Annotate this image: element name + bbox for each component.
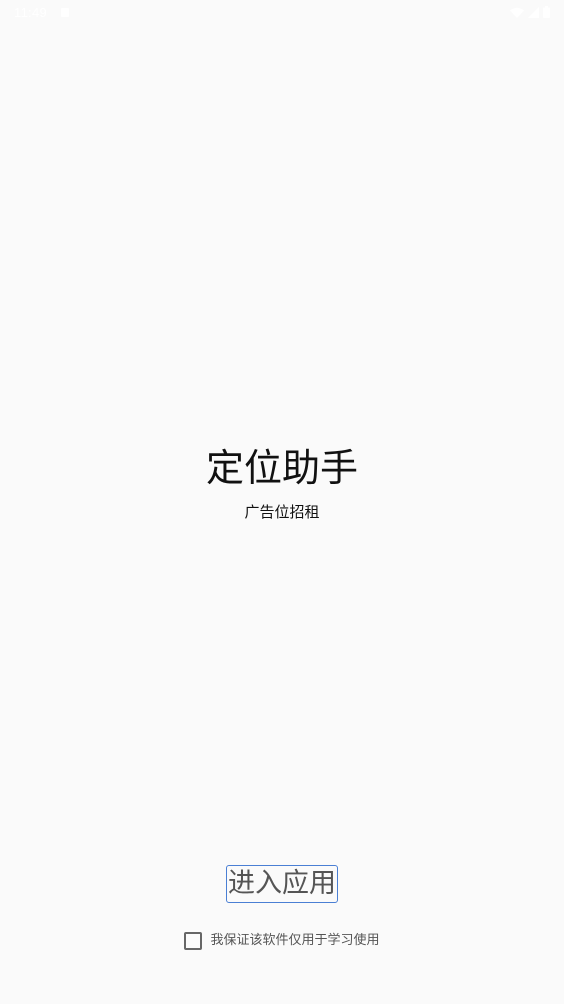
agreement-row: 我保证该软件仅用于学习使用 xyxy=(0,932,564,950)
app-subtitle: 广告位招租 xyxy=(244,503,320,521)
wifi-icon xyxy=(510,7,524,18)
notification-icon xyxy=(61,7,70,17)
battery-icon xyxy=(543,6,550,18)
app-title: 定位助手 xyxy=(205,446,358,490)
signal-icon xyxy=(528,6,539,18)
status-bar: 11:49 xyxy=(0,0,564,24)
agreement-checkbox[interactable] xyxy=(184,932,203,950)
agreement-label[interactable]: 我保证该软件仅用于学习使用 xyxy=(210,932,379,950)
app-header: 定位助手 广告位招租 xyxy=(0,444,564,522)
status-left: 11:49 xyxy=(14,4,70,20)
enter-app-button[interactable]: 进入应用 xyxy=(226,865,338,903)
status-time: 11:49 xyxy=(14,4,48,20)
status-right xyxy=(510,6,550,18)
